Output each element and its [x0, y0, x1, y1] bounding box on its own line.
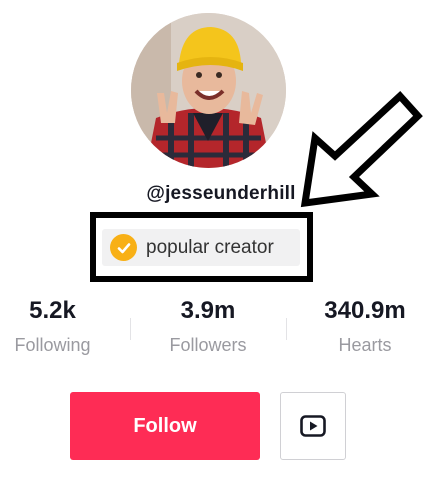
youtube-icon — [300, 415, 326, 437]
popular-creator-badge[interactable]: popular creator — [102, 229, 300, 266]
stat-divider — [286, 318, 287, 340]
check-icon — [110, 234, 137, 261]
following-count: 5.2k — [29, 297, 76, 324]
stat-divider — [130, 318, 131, 340]
highlight-box: popular creator — [90, 212, 313, 282]
badge-label: popular creator — [146, 236, 274, 258]
follow-button[interactable]: Follow — [70, 392, 260, 460]
hearts-label: Hearts — [338, 335, 392, 355]
stat-followers[interactable]: 3.9m Followers — [158, 296, 258, 358]
followers-count: 3.9m — [180, 297, 236, 324]
followers-label: Followers — [169, 335, 247, 355]
hearts-count: 340.9m — [324, 297, 406, 324]
stat-hearts[interactable]: 340.9m Hearts — [310, 296, 420, 358]
annotation-arrow-icon — [300, 91, 423, 208]
avatar-image — [131, 13, 286, 168]
profile-avatar[interactable] — [131, 13, 286, 168]
youtube-button[interactable] — [280, 392, 346, 460]
following-label: Following — [14, 335, 91, 355]
stat-following[interactable]: 5.2k Following — [5, 296, 100, 358]
profile-stats: 5.2k Following 3.9m Followers 340.9m Hea… — [0, 296, 442, 366]
